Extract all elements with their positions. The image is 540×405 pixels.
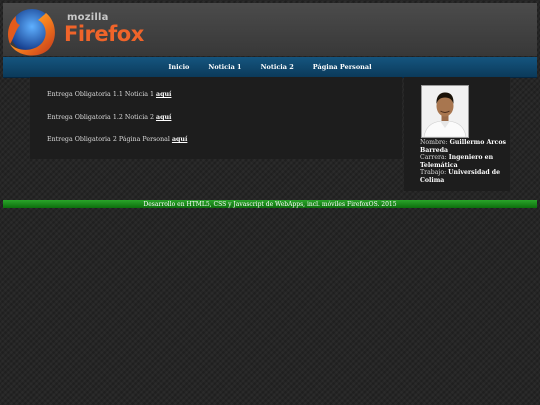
profile-career: Carrera: Ingeniero en Telemática xyxy=(420,154,506,169)
list-item: Entrega Obligatoria 1.2 Noticia 2 aquí xyxy=(47,114,171,121)
name-label: Nombre: xyxy=(420,139,450,146)
career-label: Carrera: xyxy=(420,154,449,161)
firefox-logo-icon xyxy=(8,9,55,56)
entry-text: Entrega Obligatoria 1.1 Noticia 1 xyxy=(47,91,156,98)
profile-work: Trabajo: Universidad de Colima xyxy=(420,169,506,184)
main-navbar: Inicio Noticia 1 Noticia 2 Página Person… xyxy=(3,57,537,78)
list-item: Entrega Obligatoria 2 Página Personal aq… xyxy=(47,136,187,143)
list-item: Entrega Obligatoria 1.1 Noticia 1 aquí xyxy=(47,91,171,98)
entry-link[interactable]: aquí xyxy=(156,91,171,98)
page-header: mozilla Firefox xyxy=(3,3,537,56)
profile-photo xyxy=(421,85,469,138)
entry-link[interactable]: aquí xyxy=(172,136,187,143)
nav-item-pagina-personal[interactable]: Página Personal xyxy=(313,63,372,71)
person-portrait-icon xyxy=(422,86,468,137)
nav-menu: Inicio Noticia 1 Noticia 2 Página Person… xyxy=(3,57,537,77)
entry-link[interactable]: aquí xyxy=(156,114,171,121)
nav-item-noticia-1[interactable]: Noticia 1 xyxy=(208,63,241,71)
entry-text: Entrega Obligatoria 2 Página Personal xyxy=(47,136,172,143)
page-footer: Desarrollo en HTML5, CSS y Javascript de… xyxy=(3,200,537,208)
profile-sidebar: Nombre: Guillermo Arcos Barreda Carrera:… xyxy=(404,77,510,191)
footer-text: Desarrollo en HTML5, CSS y Javascript de… xyxy=(143,200,397,208)
nav-item-noticia-2[interactable]: Noticia 2 xyxy=(261,63,294,71)
profile-name: Nombre: Guillermo Arcos Barreda xyxy=(420,139,506,154)
main-content: Entrega Obligatoria 1.1 Noticia 1 aquí E… xyxy=(30,77,402,159)
nav-item-inicio[interactable]: Inicio xyxy=(168,63,189,71)
brand-firefox-text: Firefox xyxy=(64,22,144,46)
work-label: Trabajo: xyxy=(420,169,449,176)
entry-text: Entrega Obligatoria 1.2 Noticia 2 xyxy=(47,114,156,121)
